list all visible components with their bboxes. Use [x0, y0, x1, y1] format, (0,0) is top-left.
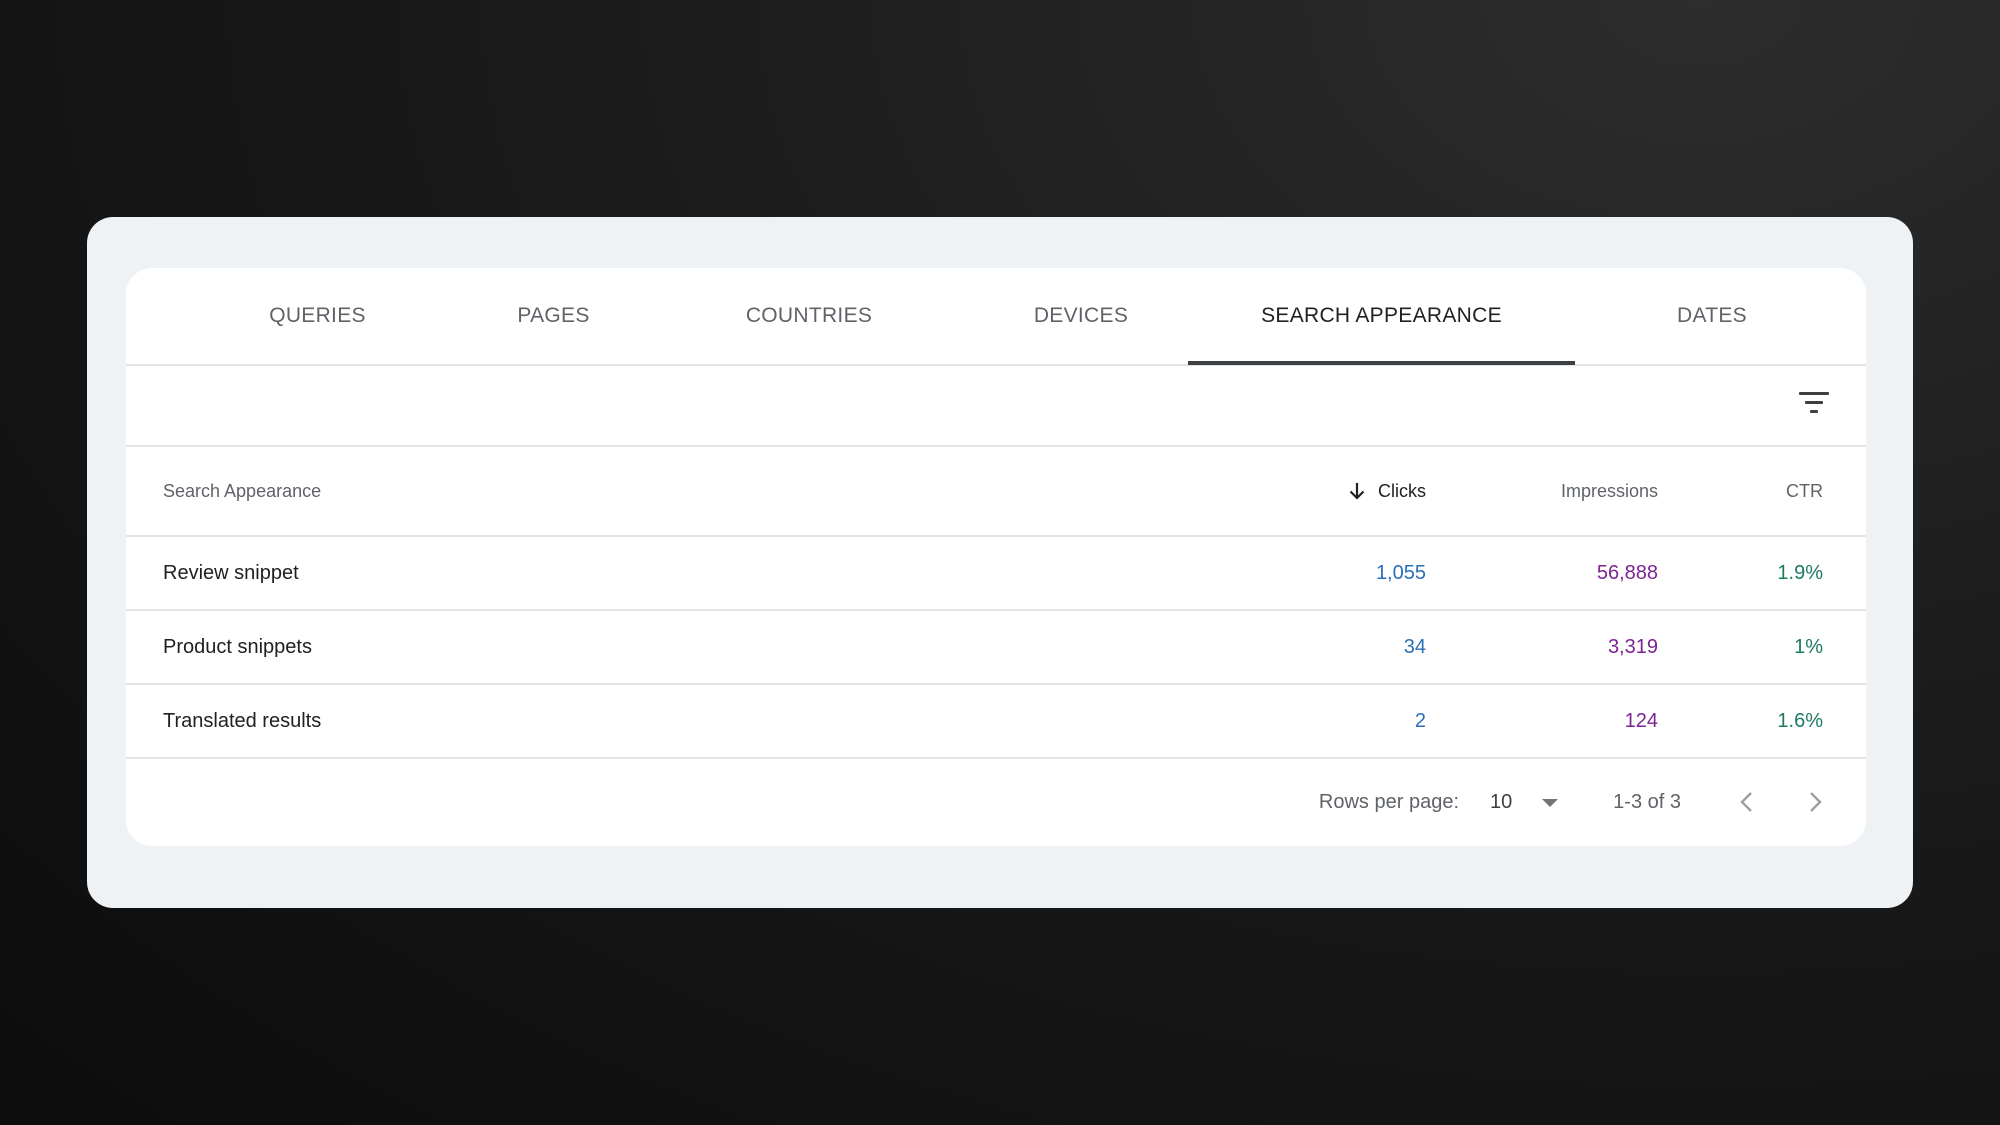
arrow-drop-down-icon	[1542, 799, 1558, 807]
column-header-ctr[interactable]: CTR	[1786, 447, 1823, 535]
tab-queries[interactable]: QUERIES	[254, 268, 381, 364]
performance-report-panel: QUERIES PAGES COUNTRIES DEVICES SEARCH A…	[126, 268, 1866, 846]
tab-countries[interactable]: COUNTRIES	[728, 268, 890, 364]
row-impressions: 124	[1624, 709, 1658, 732]
previous-page-button[interactable]	[1730, 785, 1764, 819]
chevron-left-icon	[1740, 792, 1752, 812]
row-ctr: 1.9%	[1777, 561, 1823, 584]
row-impressions: 3,319	[1607, 635, 1658, 658]
chevron-right-icon	[1810, 792, 1822, 812]
rows-per-page-select[interactable]: 10	[1490, 759, 1560, 846]
column-header-clicks[interactable]: Clicks	[1348, 447, 1426, 535]
filter-list-icon[interactable]	[1796, 388, 1832, 422]
dimension-tabs: QUERIES PAGES COUNTRIES DEVICES SEARCH A…	[126, 268, 1866, 366]
row-ctr: 1.6%	[1777, 709, 1823, 732]
table-row[interactable]: Product snippets 34 3,319 1%	[126, 611, 1866, 685]
arrow-downward-icon	[1349, 483, 1365, 500]
row-impressions: 56,888	[1596, 561, 1658, 584]
row-clicks: 2	[1414, 709, 1426, 732]
row-clicks: 1,055	[1375, 561, 1426, 584]
table-header-row: Search Appearance Clicks Impressions CTR	[126, 447, 1866, 537]
table-row[interactable]: Review snippet 1,055 56,888 1.9%	[126, 537, 1866, 611]
column-header-search-appearance[interactable]: Search Appearance	[163, 447, 321, 535]
column-header-clicks-label: Clicks	[1378, 480, 1426, 501]
tab-dates[interactable]: DATES	[1649, 268, 1775, 364]
tab-pages[interactable]: PAGES	[490, 268, 617, 364]
row-name: Product snippets	[163, 635, 312, 658]
tab-search-appearance[interactable]: SEARCH APPEARANCE	[1188, 268, 1575, 365]
pagination-range: 1-3 of 3	[1613, 791, 1681, 813]
pagination-bar: Rows per page: 10 1-3 of 3	[126, 759, 1866, 846]
row-ctr: 1%	[1794, 635, 1823, 658]
report-card-frame: QUERIES PAGES COUNTRIES DEVICES SEARCH A…	[87, 217, 1913, 908]
tab-devices[interactable]: DEVICES	[1014, 268, 1148, 364]
column-header-impressions[interactable]: Impressions	[1561, 447, 1658, 535]
row-name: Translated results	[163, 709, 322, 732]
table-row[interactable]: Translated results 2 124 1.6%	[126, 685, 1866, 759]
rows-per-page-label: Rows per page:	[1318, 791, 1459, 813]
row-name: Review snippet	[163, 561, 299, 584]
next-page-button[interactable]	[1798, 785, 1832, 819]
row-clicks: 34	[1403, 635, 1426, 658]
table-toolbar	[126, 366, 1866, 447]
rows-per-page-value: 10	[1490, 791, 1513, 813]
